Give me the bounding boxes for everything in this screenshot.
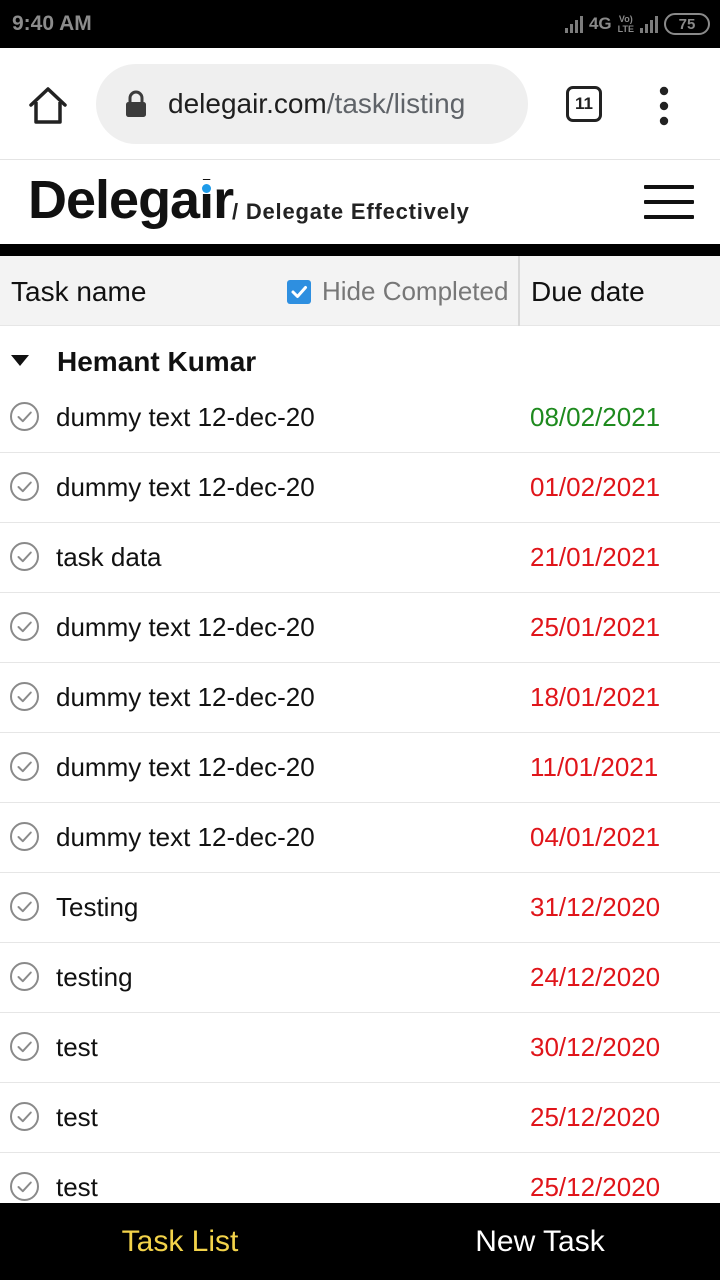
task-row[interactable]: dummy text 12-dec-20 11/01/2021 (0, 733, 720, 803)
task-due-date: 24/12/2020 (530, 962, 661, 992)
task-name: task data (56, 542, 162, 572)
task-name: dummy text 12-dec-20 (56, 472, 315, 502)
task-table-header: Task name Hide Completed Due date (0, 256, 720, 326)
task-due-date: 01/02/2021 (530, 472, 661, 502)
hamburger-menu-icon[interactable] (644, 185, 694, 221)
signal-icon-secondary (640, 15, 658, 33)
status-bar: 9:40 AM 4G Vo) LTE 75 (0, 0, 720, 48)
task-due-date: 31/12/2020 (530, 892, 661, 922)
complete-task-check-icon[interactable] (9, 681, 40, 712)
task-row[interactable]: dummy text 12-dec-20 08/02/2021 (0, 383, 720, 453)
task-row[interactable]: dummy text 12-dec-20 04/01/2021 (0, 803, 720, 873)
column-header-task-name: Task name (11, 276, 147, 307)
checkmark-icon (291, 285, 307, 298)
task-row[interactable]: dummy text 12-dec-20 25/01/2021 (0, 593, 720, 663)
task-row[interactable]: test 25/12/2020 (0, 1083, 720, 1153)
signal-icon (564, 15, 583, 33)
task-due-date: 25/12/2020 (530, 1102, 661, 1132)
hide-completed-checkbox[interactable] (287, 279, 311, 304)
task-name: test (56, 1032, 98, 1062)
complete-task-check-icon[interactable] (9, 1101, 40, 1132)
network-type: 4G (588, 14, 612, 33)
task-due-date: 25/12/2020 (530, 1172, 661, 1202)
task-name: dummy text 12-dec-20 (56, 822, 315, 852)
browser-toolbar: delegair.com/task/listing 11 (0, 48, 720, 160)
complete-task-check-icon[interactable] (9, 891, 40, 922)
task-due-date: 18/01/2021 (530, 682, 661, 712)
logo-letter-i: i (199, 170, 214, 230)
url-path: /task/listing (326, 88, 466, 119)
volte-icon: Vo) LTE (618, 14, 634, 34)
task-name: dummy text 12-dec-20 (56, 682, 315, 712)
complete-task-check-icon[interactable] (9, 751, 40, 782)
task-due-date: 04/01/2021 (530, 822, 661, 852)
caret-down-icon[interactable] (11, 355, 29, 366)
group-name: Hemant Kumar (57, 346, 257, 377)
task-name: Testing (56, 892, 139, 922)
task-name: test (56, 1102, 98, 1132)
browser-menu-button[interactable] (652, 86, 676, 126)
task-row[interactable]: dummy text 12-dec-20 18/01/2021 (0, 663, 720, 733)
task-name: dummy text 12-dec-20 (56, 612, 315, 642)
task-due-date: 11/01/2021 (530, 752, 659, 782)
logo-text-start: Delega (28, 170, 200, 230)
url-domain: delegair.com (168, 88, 327, 119)
logo-text-end: r (213, 170, 234, 230)
hide-completed-label: Hide Completed (322, 276, 509, 306)
task-name: dummy text 12-dec-20 (56, 402, 315, 432)
task-row[interactable]: testing 24/12/2020 (0, 943, 720, 1013)
task-due-date: 25/01/2021 (530, 612, 661, 642)
battery-icon: 75 (664, 13, 710, 35)
site-tagline: / Delegate Effectively (232, 199, 470, 224)
column-divider (518, 256, 520, 326)
complete-task-check-icon[interactable] (9, 821, 40, 852)
lock-icon (126, 90, 146, 117)
nav-new-task-button[interactable]: New Task (360, 1203, 720, 1280)
complete-task-check-icon[interactable] (9, 611, 40, 642)
url-text: delegair.com/task/listing (168, 88, 465, 120)
task-group-header[interactable]: Hemant Kumar (0, 330, 720, 386)
bottom-navigation: Task List New Task (0, 1203, 720, 1280)
task-due-date: 21/01/2021 (530, 542, 661, 572)
tab-switcher-button[interactable]: 11 (566, 86, 602, 122)
hide-completed-toggle[interactable]: Hide Completed (287, 276, 508, 307)
status-icons: 4G Vo) LTE 75 (564, 11, 710, 37)
volte-top: Vo) (618, 14, 633, 24)
header-divider (0, 244, 720, 256)
task-row[interactable]: dummy text 12-dec-20 01/02/2021 (0, 453, 720, 523)
task-due-date: 08/02/2021 (530, 402, 661, 432)
complete-task-check-icon[interactable] (9, 401, 40, 432)
complete-task-check-icon[interactable] (9, 471, 40, 502)
delegair-logo[interactable]: Delegai r (28, 165, 234, 235)
home-icon (29, 87, 67, 124)
status-time: 9:40 AM (12, 12, 92, 35)
nav-task-list-button[interactable]: Task List (0, 1203, 360, 1280)
task-list: dummy text 12-dec-20 08/02/2021 dummy text… (0, 383, 720, 1223)
task-name: dummy text 12-dec-20 (56, 752, 315, 782)
task-name: test (56, 1172, 98, 1202)
task-row[interactable]: Testing 31/12/2020 (0, 873, 720, 943)
task-row[interactable]: test 30/12/2020 (0, 1013, 720, 1083)
home-button[interactable] (26, 84, 70, 128)
volte-bottom: LTE (617, 24, 634, 34)
address-bar[interactable]: delegair.com/task/listing (96, 64, 528, 144)
site-header: Delegai r / Delegate Effectively (0, 161, 720, 244)
task-row[interactable]: task data 21/01/2021 (0, 523, 720, 593)
complete-task-check-icon[interactable] (9, 1031, 40, 1062)
more-vert-icon (659, 86, 669, 126)
column-header-due-date: Due date (531, 276, 645, 307)
task-due-date: 30/12/2020 (530, 1032, 661, 1062)
task-name: testing (56, 962, 133, 992)
complete-task-check-icon[interactable] (9, 961, 40, 992)
complete-task-check-icon[interactable] (9, 1171, 40, 1202)
complete-task-check-icon[interactable] (9, 541, 40, 572)
